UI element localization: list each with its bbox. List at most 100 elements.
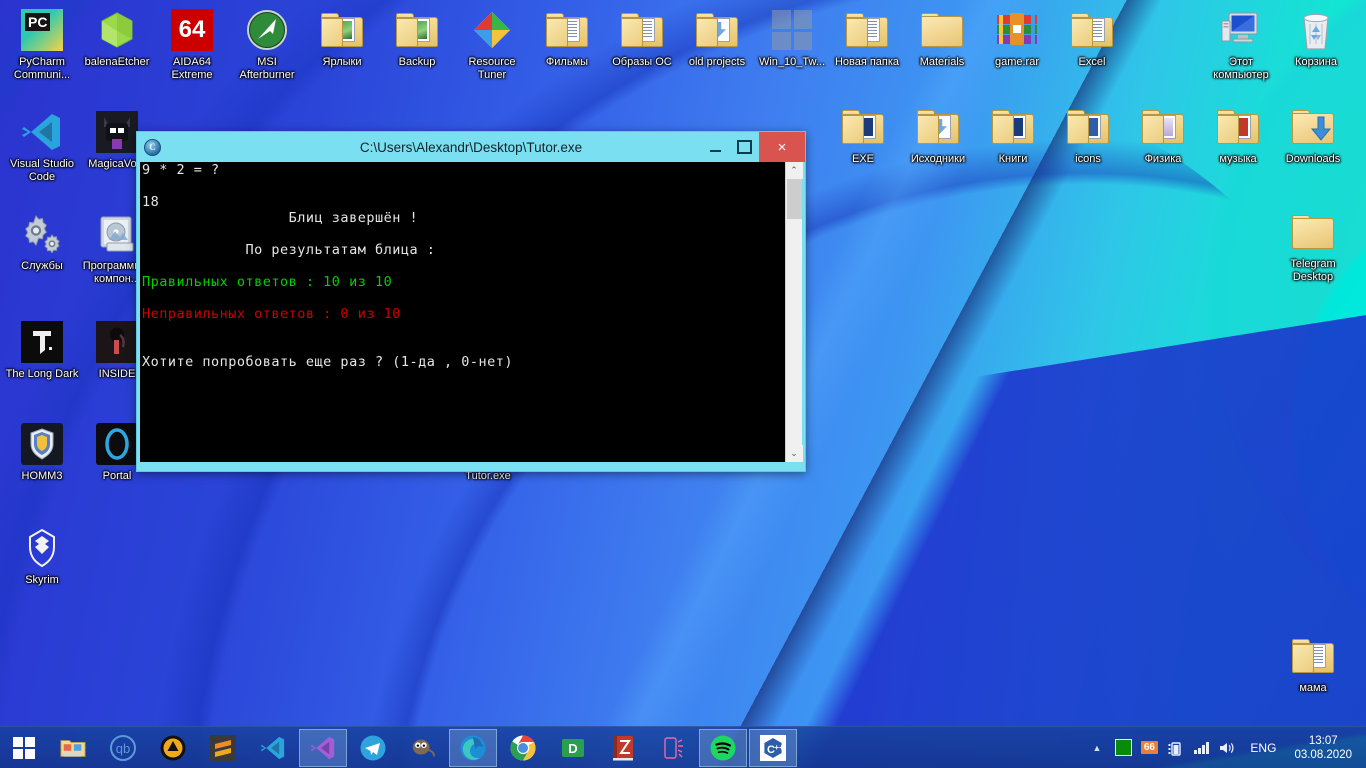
pycharm-icon: PC bbox=[18, 6, 66, 54]
desktop-icon-folder-arrow[interactable]: old projects bbox=[679, 6, 755, 69]
desktop-icon-folder-arrow[interactable]: Исходники bbox=[900, 103, 976, 166]
scroll-up-icon[interactable]: ⌃ bbox=[785, 162, 803, 179]
scrollbar-thumb[interactable] bbox=[787, 179, 802, 219]
folder-docs-icon bbox=[843, 6, 891, 54]
msi-afterburner-icon bbox=[243, 6, 291, 54]
desktop-icon-aida64[interactable]: 64 AIDA64 Extreme bbox=[154, 6, 230, 81]
desktop-icon-services-gears[interactable]: Службы bbox=[4, 210, 80, 273]
desktop-icon-label: Корзина bbox=[1295, 56, 1337, 68]
svg-text:++: ++ bbox=[774, 743, 784, 752]
desktop-icon-label: мама bbox=[1299, 682, 1327, 694]
folder-book-icon bbox=[839, 103, 887, 151]
desktop-icon-folder-lines[interactable]: мама bbox=[1275, 632, 1351, 695]
resource-tuner-icon bbox=[468, 6, 516, 54]
taskbar-tutor-exe[interactable]: C ++ bbox=[749, 728, 797, 767]
desktop-icon-vscode[interactable]: Visual Studio Code bbox=[4, 108, 80, 183]
visual-studio-icon bbox=[310, 735, 336, 761]
desktop-icon-label: MSI Afterburner bbox=[239, 56, 295, 81]
taskbar-gimp[interactable] bbox=[399, 729, 447, 767]
desktop-icon-homm3[interactable]: HOMM3 bbox=[4, 420, 80, 483]
taskbar-aimp[interactable] bbox=[149, 729, 197, 767]
desktop-icon-label: balenaEtcher bbox=[84, 56, 150, 68]
desktop-icon-folder-docs[interactable]: Фильмы bbox=[529, 6, 605, 69]
desktop-icon-folder-red[interactable]: музыка bbox=[1200, 103, 1276, 166]
start-button[interactable] bbox=[0, 727, 48, 768]
battery-icon[interactable] bbox=[1163, 734, 1187, 762]
console-window[interactable]: C:\Users\Alexandr\Desktop\Tutor.exe × 9 … bbox=[136, 131, 806, 472]
desktop-icon-folder-book[interactable]: EXE bbox=[825, 103, 901, 166]
desktop-icon-label: Visual Studio Code bbox=[9, 158, 74, 183]
folder-docs-icon bbox=[618, 6, 666, 54]
desktop-icon-label: Ярлыки bbox=[322, 56, 362, 68]
taskbar-phone-link[interactable] bbox=[649, 729, 697, 767]
desktop-icon-label: Службы bbox=[21, 260, 63, 272]
desktop-icon-label: Downloads bbox=[1285, 153, 1341, 165]
taskbar-telegram[interactable] bbox=[349, 729, 397, 767]
desktop-icon-folder-docs[interactable]: Новая папка bbox=[829, 6, 905, 69]
desktop-icon-folder-photo[interactable]: Backup bbox=[379, 6, 455, 69]
inside-game-icon bbox=[93, 318, 141, 366]
desktop-icon-balenaetcher[interactable]: balenaEtcher bbox=[79, 6, 155, 69]
cpp-app-icon bbox=[144, 138, 161, 156]
folder-icons-icon bbox=[1064, 103, 1112, 151]
taskbar-spotify[interactable] bbox=[699, 728, 747, 767]
desktop-icon-windows-logo[interactable]: Win_10_Tw... bbox=[754, 6, 830, 69]
cpu-temp-icon[interactable]: 66 bbox=[1137, 734, 1161, 762]
desktop-icon-winrar[interactable]: game.rar bbox=[979, 6, 1055, 69]
desktop-icon-the-long-dark[interactable]: The Long Dark bbox=[4, 318, 80, 381]
tray-overflow-icon[interactable]: ▲ bbox=[1084, 743, 1111, 753]
desktop-icon-label: Excel bbox=[1078, 56, 1106, 68]
nvidia-tray-icon[interactable] bbox=[1111, 734, 1135, 762]
vscode-icon bbox=[18, 108, 66, 156]
desktop-icon-folder-lines[interactable]: Excel bbox=[1054, 6, 1130, 69]
volume-icon[interactable] bbox=[1215, 734, 1239, 762]
console-line: 18 bbox=[142, 194, 160, 210]
vscode-icon bbox=[260, 735, 286, 761]
desktop-icon-folder-photo[interactable]: Ярлыки bbox=[304, 6, 380, 69]
desktop-icon-msi-afterburner[interactable]: MSI Afterburner bbox=[229, 6, 305, 81]
desktop-icon-label: Новая папка bbox=[834, 56, 900, 68]
taskbar-zotero[interactable] bbox=[599, 729, 647, 767]
desktop-icon-folder-docs[interactable]: Образы ОС bbox=[604, 6, 680, 69]
taskbar-dropbox[interactable]: D bbox=[549, 729, 597, 767]
desktop-icon-recycle-bin[interactable]: Корзина bbox=[1278, 6, 1354, 69]
taskbar-vs-code[interactable] bbox=[249, 729, 297, 767]
desktop-icon-label: Этот компьютер bbox=[1213, 56, 1269, 81]
taskbar-google-chrome[interactable] bbox=[499, 729, 547, 767]
desktop-icon-pycharm[interactable]: PC PyCharm Communi... bbox=[4, 6, 80, 81]
desktop-icon-folder-icons[interactable]: icons bbox=[1050, 103, 1126, 166]
desktop-icon-label: Физика bbox=[1144, 153, 1182, 165]
window-titlebar[interactable]: C:\Users\Alexandr\Desktop\Tutor.exe × bbox=[137, 132, 805, 162]
desktop-icon-folder-closed[interactable]: Telegram Desktop bbox=[1275, 208, 1351, 283]
taskbar-visual-studio[interactable] bbox=[299, 728, 347, 767]
folder-explorer-icon bbox=[60, 735, 86, 761]
console-line: Правильных ответов : 10 из 10 bbox=[142, 274, 393, 290]
clock-date: 03.08.2020 bbox=[1294, 748, 1352, 761]
desktop-icon-this-pc[interactable]: Этот компьютер bbox=[1203, 6, 1279, 81]
taskbar-file-explorer[interactable] bbox=[49, 729, 97, 767]
aida64-icon: 64 bbox=[168, 6, 216, 54]
desktop-icon-resource-tuner[interactable]: Resource Tuner bbox=[454, 6, 530, 81]
network-icon[interactable] bbox=[1189, 734, 1213, 762]
balenaetcher-icon bbox=[93, 6, 141, 54]
folder-lines-icon bbox=[1068, 6, 1116, 54]
desktop-icon-folder-music[interactable]: Физика bbox=[1125, 103, 1201, 166]
vertical-scrollbar[interactable]: ⌃ ⌄ bbox=[785, 162, 803, 462]
recycle-bin-icon bbox=[1292, 6, 1340, 54]
language-indicator[interactable]: ENG bbox=[1240, 741, 1286, 755]
system-tray: ▲ 66 ENG 13:07 03.08.2020 bbox=[1084, 727, 1366, 768]
close-button[interactable]: × bbox=[759, 132, 805, 162]
desktop-icon-folder-closed[interactable]: Materials bbox=[904, 6, 980, 69]
clock[interactable]: 13:07 03.08.2020 bbox=[1286, 734, 1360, 762]
scroll-down-icon[interactable]: ⌄ bbox=[785, 445, 803, 462]
desktop-icon-folder-download[interactable]: Downloads bbox=[1275, 103, 1351, 166]
maximize-button[interactable] bbox=[730, 132, 759, 162]
taskbar-sublime-text[interactable] bbox=[199, 729, 247, 767]
desktop-icon-skyrim[interactable]: Skyrim bbox=[4, 524, 80, 587]
desktop-icon-label: Portal bbox=[102, 470, 132, 482]
taskbar-qbittorrent[interactable]: qb bbox=[99, 729, 147, 767]
taskbar-microsoft-edge[interactable] bbox=[449, 728, 497, 767]
desktop-icon-folder-book[interactable]: Книги bbox=[975, 103, 1051, 166]
minimize-button[interactable] bbox=[701, 132, 730, 162]
